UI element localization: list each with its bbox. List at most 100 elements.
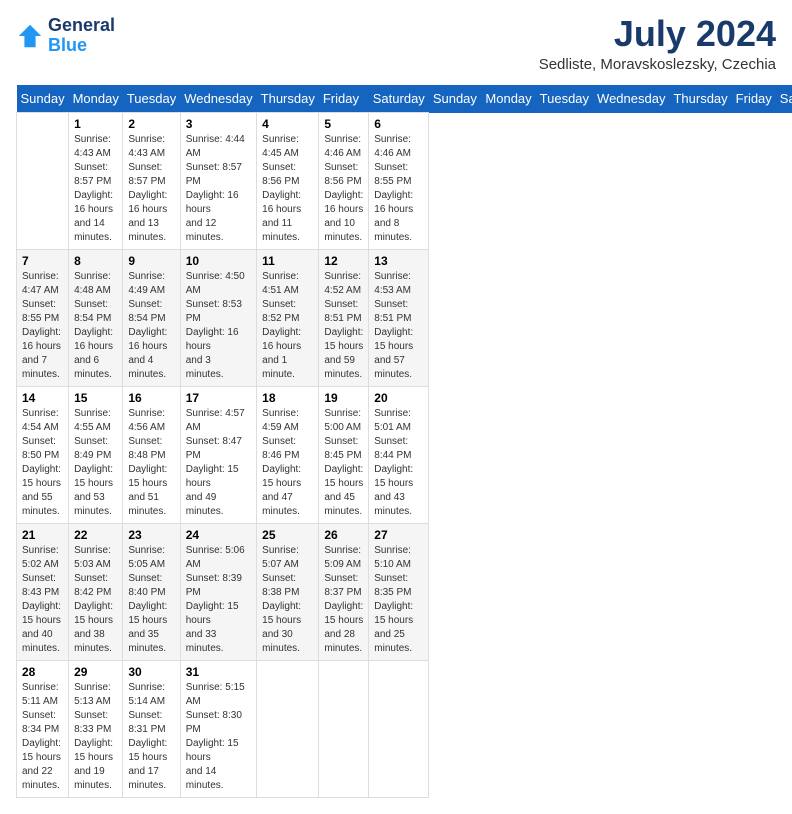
day-number: 21 (22, 528, 63, 542)
calendar-cell: 13Sunrise: 4:53 AMSunset: 8:51 PMDayligh… (369, 250, 429, 387)
calendar-cell: 4 Sunrise: 4:45 AMSunset: 8:56 PMDaylight… (257, 113, 319, 250)
day-header-wednesday: Wednesday (180, 85, 256, 113)
page-header: General Blue July 2024 Sedliste, Moravsk… (16, 16, 776, 73)
calendar-cell (17, 113, 69, 250)
cell-content: Sunrise: 4:55 AMSunset: 8:49 PMDaylight:… (74, 407, 117, 519)
calendar-week-row: 7Sunrise: 4:47 AMSunset: 8:55 PMDaylight… (17, 250, 792, 387)
day-header-friday: Friday (732, 85, 776, 113)
day-number: 18 (262, 391, 313, 405)
day-header-wednesday: Wednesday (593, 85, 669, 113)
calendar-cell: 25Sunrise: 5:07 AMSunset: 8:38 PMDayligh… (257, 524, 319, 661)
day-header-thursday: Thursday (669, 85, 731, 113)
cell-content: Sunrise: 4:46 AMSunset: 8:55 PMDaylight:… (374, 133, 423, 245)
calendar-cell (369, 661, 429, 798)
day-number: 3 (186, 117, 251, 131)
calendar-cell (319, 661, 369, 798)
cell-content: Sunrise: 5:15 AMSunset: 8:30 PMDaylight:… (186, 681, 251, 793)
cell-content: Sunrise: 5:03 AMSunset: 8:42 PMDaylight:… (74, 544, 117, 656)
cell-content: Sunrise: 5:10 AMSunset: 8:35 PMDaylight:… (374, 544, 423, 656)
day-header-saturday: Saturday (369, 85, 429, 113)
day-number: 28 (22, 665, 63, 679)
day-number: 9 (128, 254, 174, 268)
calendar-cell: 9 Sunrise: 4:49 AMSunset: 8:54 PMDaylight… (123, 250, 180, 387)
calendar-cell: 8Sunrise: 4:48 AMSunset: 8:54 PMDaylight… (69, 250, 123, 387)
cell-content: Sunrise: 4:46 AMSunset: 8:56 PMDaylight:… (324, 133, 363, 245)
day-header-monday: Monday (481, 85, 535, 113)
day-number: 30 (128, 665, 174, 679)
day-header-sunday: Sunday (17, 85, 69, 113)
calendar-week-row: 1 Sunrise: 4:43 AMSunset: 8:57 PMDaylight… (17, 113, 792, 250)
calendar-cell: 3 Sunrise: 4:44 AMSunset: 8:57 PMDaylight… (180, 113, 256, 250)
day-number: 17 (186, 391, 251, 405)
calendar-week-row: 14 Sunrise: 4:54 AMSunset: 8:50 PMDayligh… (17, 387, 792, 524)
day-number: 24 (186, 528, 251, 542)
cell-content: Sunrise: 5:14 AMSunset: 8:31 PMDaylight:… (128, 681, 174, 793)
day-number: 5 (324, 117, 363, 131)
cell-content: Sunrise: 5:13 AMSunset: 8:33 PMDaylight:… (74, 681, 117, 793)
calendar-header-row: SundayMondayTuesdayWednesdayThursdayFrid… (17, 85, 792, 113)
day-number: 23 (128, 528, 174, 542)
day-number: 12 (324, 254, 363, 268)
day-number: 14 (22, 391, 63, 405)
calendar-cell: 21 Sunrise: 5:02 AMSunset: 8:43 PMDayligh… (17, 524, 69, 661)
location: Sedliste, Moravskoslezsky, Czechia (539, 56, 776, 73)
cell-content: Sunrise: 4:56 AMSunset: 8:48 PMDaylight:… (128, 407, 174, 519)
calendar-cell: 23 Sunrise: 5:05 AMSunset: 8:40 PMDayligh… (123, 524, 180, 661)
day-number: 1 (74, 117, 117, 131)
calendar-week-row: 21 Sunrise: 5:02 AMSunset: 8:43 PMDayligh… (17, 524, 792, 661)
cell-content: Sunrise: 4:49 AMSunset: 8:54 PMDaylight:… (128, 270, 174, 382)
cell-content: Sunrise: 4:43 AMSunset: 8:57 PMDaylight:… (128, 133, 174, 245)
calendar-cell: 6 Sunrise: 4:46 AMSunset: 8:55 PMDaylight… (369, 113, 429, 250)
day-number: 31 (186, 665, 251, 679)
cell-content: Sunrise: 5:00 AMSunset: 8:45 PMDaylight:… (324, 407, 363, 519)
cell-content: Sunrise: 4:44 AMSunset: 8:57 PMDaylight:… (186, 133, 251, 245)
calendar-table: SundayMondayTuesdayWednesdayThursdayFrid… (16, 85, 792, 798)
day-number: 2 (128, 117, 174, 131)
day-number: 15 (74, 391, 117, 405)
calendar-cell: 29 Sunrise: 5:13 AMSunset: 8:33 PMDayligh… (69, 661, 123, 798)
calendar-cell: 28 Sunrise: 5:11 AMSunset: 8:34 PMDayligh… (17, 661, 69, 798)
month-year: July 2024 (539, 16, 776, 52)
logo: General Blue (16, 16, 115, 56)
cell-content: Sunrise: 5:05 AMSunset: 8:40 PMDaylight:… (128, 544, 174, 656)
day-number: 26 (324, 528, 363, 542)
day-number: 7 (22, 254, 63, 268)
calendar-cell: 1Sunrise: 4:43 AMSunset: 8:57 PMDaylight… (69, 113, 123, 250)
calendar-cell: 16Sunrise: 4:56 AMSunset: 8:48 PMDayligh… (123, 387, 180, 524)
day-number: 27 (374, 528, 423, 542)
calendar-cell: 27 Sunrise: 5:10 AMSunset: 8:35 PMDayligh… (369, 524, 429, 661)
cell-content: Sunrise: 5:02 AMSunset: 8:43 PMDaylight:… (22, 544, 63, 656)
calendar-week-row: 28 Sunrise: 5:11 AMSunset: 8:34 PMDayligh… (17, 661, 792, 798)
cell-content: Sunrise: 4:54 AMSunset: 8:50 PMDaylight:… (22, 407, 63, 519)
cell-content: Sunrise: 5:11 AMSunset: 8:34 PMDaylight:… (22, 681, 63, 793)
calendar-cell: 18Sunrise: 4:59 AMSunset: 8:46 PMDayligh… (257, 387, 319, 524)
calendar-cell: 17 Sunrise: 4:57 AMSunset: 8:47 PMDayligh… (180, 387, 256, 524)
calendar-cell: 15 Sunrise: 4:55 AMSunset: 8:49 PMDayligh… (69, 387, 123, 524)
logo-text: General Blue (48, 16, 115, 56)
cell-content: Sunrise: 4:57 AMSunset: 8:47 PMDaylight:… (186, 407, 251, 519)
calendar-cell: 12 Sunrise: 4:52 AMSunset: 8:51 PMDayligh… (319, 250, 369, 387)
cell-content: Sunrise: 4:51 AMSunset: 8:52 PMDaylight:… (262, 270, 313, 382)
day-number: 8 (74, 254, 117, 268)
day-number: 6 (374, 117, 423, 131)
day-header-tuesday: Tuesday (536, 85, 593, 113)
cell-content: Sunrise: 5:01 AMSunset: 8:44 PMDaylight:… (374, 407, 423, 519)
cell-content: Sunrise: 5:06 AMSunset: 8:39 PMDaylight:… (186, 544, 251, 656)
cell-content: Sunrise: 4:45 AMSunset: 8:56 PMDaylight:… (262, 133, 313, 245)
calendar-cell: 11Sunrise: 4:51 AMSunset: 8:52 PMDayligh… (257, 250, 319, 387)
day-header-tuesday: Tuesday (123, 85, 180, 113)
day-header-thursday: Thursday (257, 85, 319, 113)
cell-content: Sunrise: 4:52 AMSunset: 8:51 PMDaylight:… (324, 270, 363, 382)
cell-content: Sunrise: 4:53 AMSunset: 8:51 PMDaylight:… (374, 270, 423, 382)
day-header-friday: Friday (319, 85, 369, 113)
calendar-cell: 30 Sunrise: 5:14 AMSunset: 8:31 PMDayligh… (123, 661, 180, 798)
logo-icon (16, 22, 44, 50)
day-header-sunday: Sunday (429, 85, 482, 113)
calendar-cell: 22Sunrise: 5:03 AMSunset: 8:42 PMDayligh… (69, 524, 123, 661)
day-number: 29 (74, 665, 117, 679)
title-block: July 2024 Sedliste, Moravskoslezsky, Cze… (539, 16, 776, 73)
calendar-cell: 5 Sunrise: 4:46 AMSunset: 8:56 PMDaylight… (319, 113, 369, 250)
day-number: 4 (262, 117, 313, 131)
calendar-cell: 14 Sunrise: 4:54 AMSunset: 8:50 PMDayligh… (17, 387, 69, 524)
calendar-cell: 10Sunrise: 4:50 AMSunset: 8:53 PMDayligh… (180, 250, 256, 387)
